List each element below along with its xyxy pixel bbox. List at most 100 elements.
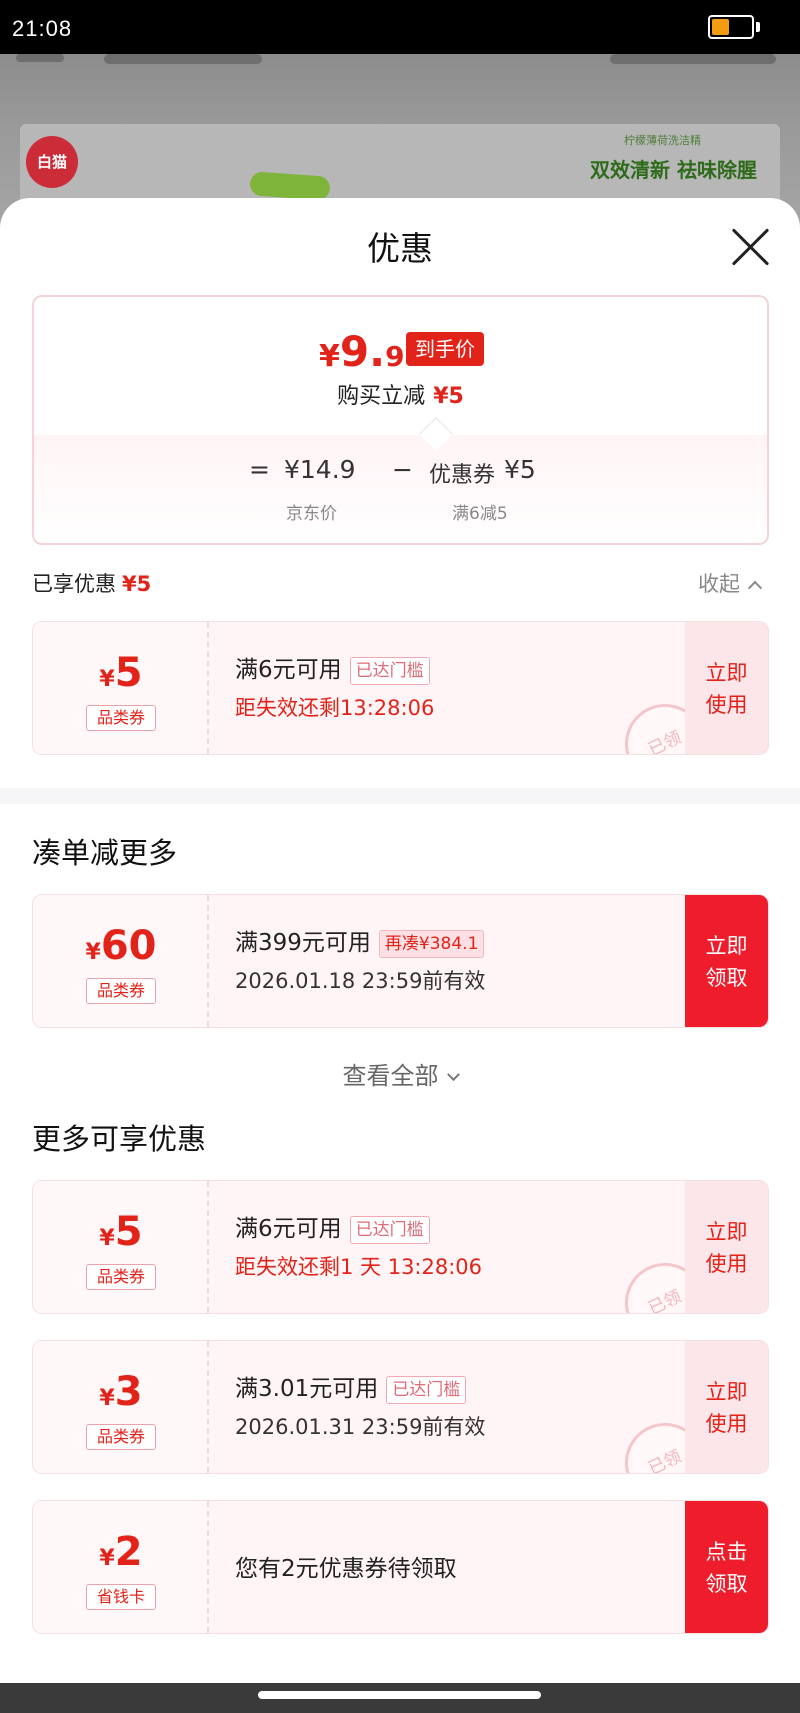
amount-number: 5 bbox=[114, 650, 143, 696]
jd-price-label: 京东价 bbox=[286, 504, 337, 524]
home-indicator[interactable] bbox=[258, 1691, 541, 1699]
minus-sign: − bbox=[392, 455, 413, 484]
condition-text: 满3.01元可用 bbox=[235, 1376, 379, 1402]
price-breakdown-area bbox=[34, 435, 767, 543]
battery-level bbox=[712, 19, 729, 35]
coupon-condition: 满399元可用 再凑¥384.1 bbox=[235, 923, 485, 958]
action-line-2: 使用 bbox=[705, 1412, 748, 1436]
action-line-1: 立即 bbox=[705, 934, 748, 958]
amount-number: 60 bbox=[100, 923, 157, 969]
action-line-2: 领取 bbox=[705, 1572, 748, 1596]
chevron-up-icon bbox=[747, 580, 763, 595]
coupon-amount: ¥60 bbox=[33, 923, 209, 969]
threshold-badge: 已达门槛 bbox=[386, 1375, 467, 1404]
jd-price: ¥14.9 bbox=[284, 455, 356, 484]
sheet-title: 优惠 bbox=[367, 229, 433, 268]
battery-icon bbox=[708, 15, 754, 39]
amount-number: 5 bbox=[114, 1209, 143, 1255]
more-coupon-card: ¥5 品类券 满6元可用 已达门槛 距失效还剩1 天 13:28:06 已领 立即… bbox=[32, 1180, 769, 1314]
condition-text: 满6元可用 bbox=[235, 1216, 342, 1242]
coupon-kind: 品类券 bbox=[86, 1264, 156, 1290]
coupon-label: 优惠券 bbox=[429, 463, 496, 488]
use-now-button[interactable]: 立即 使用 bbox=[685, 622, 768, 754]
more-coupon-card: ¥3 品类券 满3.01元可用 已达门槛 2026.01.31 23:59前有效 … bbox=[32, 1340, 769, 1474]
condition-text: 满6元可用 bbox=[235, 657, 342, 683]
amount-number: 3 bbox=[114, 1369, 143, 1415]
bg-back-button bbox=[16, 54, 64, 62]
coupon-kind: 品类券 bbox=[86, 1424, 156, 1450]
bg-brand-logo: 白猫 bbox=[26, 136, 78, 188]
action-line-2: 使用 bbox=[705, 1252, 748, 1276]
coupon-condition: 满3.01元可用 已达门槛 bbox=[235, 1369, 467, 1404]
amount-number: 2 bbox=[114, 1529, 143, 1575]
currency-symbol: ¥ bbox=[99, 1546, 115, 1571]
enjoyed-coupon-card: ¥5 品类券 满6元可用 已达门槛 距失效还剩13:28:06 已领 立即 使用 bbox=[32, 621, 769, 755]
currency-symbol: ¥ bbox=[99, 667, 115, 692]
status-bar: 21:08 bbox=[0, 0, 800, 54]
action-line-1: 点击 bbox=[705, 1540, 748, 1564]
bg-action-group bbox=[610, 54, 776, 64]
coupon-expiry: 距失效还剩13:28:06 bbox=[235, 696, 435, 720]
enjoyed-discount-label: 已享优惠 ¥5 bbox=[32, 568, 151, 598]
claim-now-button[interactable]: 立即 领取 bbox=[685, 895, 768, 1027]
coupon-amount: ¥3 bbox=[33, 1369, 209, 1415]
enjoyed-label-text: 已享优惠 bbox=[32, 572, 116, 596]
instant-reduction: 购买立减 ¥5 bbox=[34, 378, 767, 410]
currency-symbol: ¥ bbox=[99, 1386, 115, 1411]
threshold-badge: 已达门槛 bbox=[349, 656, 430, 685]
status-time: 21:08 bbox=[12, 16, 73, 41]
use-now-button[interactable]: 立即 使用 bbox=[685, 1341, 768, 1473]
battery-tip bbox=[756, 22, 760, 32]
more-section-title: 更多可享优惠 bbox=[32, 1122, 207, 1156]
coupon-condition: 满6元可用 已达门槛 bbox=[235, 1209, 430, 1244]
price-decimal: 9 bbox=[385, 340, 405, 373]
bg-tab-switcher bbox=[104, 54, 262, 64]
final-price-tag: 到手价 bbox=[406, 332, 484, 366]
view-all-label: 查看全部 bbox=[342, 1062, 439, 1090]
coupon-validity: 2026.01.18 23:59前有效 bbox=[235, 969, 486, 993]
currency-symbol: ¥ bbox=[85, 940, 101, 965]
equals-sign: = bbox=[249, 455, 270, 484]
close-icon[interactable] bbox=[730, 226, 772, 268]
action-line-1: 立即 bbox=[705, 661, 748, 685]
combine-coupon-card: ¥60 品类券 满399元可用 再凑¥384.1 2026.01.18 23:59… bbox=[32, 894, 769, 1028]
discount-sheet: 优惠 ¥9.9 到手价 购买立减 ¥5 = ¥14.9 − 优惠券 ¥5 京东价 … bbox=[0, 198, 800, 1683]
enjoyed-value: ¥5 bbox=[122, 572, 152, 596]
currency-symbol: ¥ bbox=[319, 339, 340, 374]
coupon-condition: 满6元可用 已达门槛 bbox=[235, 650, 430, 685]
chevron-down-icon bbox=[446, 1067, 460, 1081]
coupon-rule: 满6减5 bbox=[452, 504, 508, 524]
collapse-button[interactable]: 收起 bbox=[698, 568, 763, 598]
coupon-kind: 品类券 bbox=[86, 705, 156, 731]
combine-section-title: 凑单减更多 bbox=[32, 836, 178, 870]
coupon-value: ¥5 bbox=[504, 455, 536, 484]
tap-to-claim-button[interactable]: 点击 领取 bbox=[685, 1501, 768, 1633]
collapse-label: 收起 bbox=[698, 572, 740, 596]
action-line-2: 领取 bbox=[705, 966, 748, 990]
coupon-kind: 品类券 bbox=[86, 978, 156, 1004]
coupon-kind: 省钱卡 bbox=[86, 1584, 156, 1610]
bg-slogan-small: 柠檬薄荷洗洁精 bbox=[624, 134, 701, 147]
action-line-2: 使用 bbox=[705, 693, 748, 717]
coupon-amount: ¥5 bbox=[33, 1209, 209, 1255]
reduction-label: 购买立减 bbox=[337, 384, 426, 409]
section-divider bbox=[0, 788, 800, 804]
view-all-button[interactable]: 查看全部 bbox=[0, 1056, 800, 1091]
condition-text: 满399元可用 bbox=[235, 930, 371, 956]
coupon-expiry: 距失效还剩1 天 13:28:06 bbox=[235, 1255, 483, 1279]
threshold-badge: 已达门槛 bbox=[349, 1215, 430, 1244]
remaining-amount-badge: 再凑¥384.1 bbox=[378, 929, 485, 958]
reduction-value: ¥5 bbox=[433, 384, 464, 409]
coupon-validity: 2026.01.31 23:59前有效 bbox=[235, 1415, 486, 1439]
use-now-button[interactable]: 立即 使用 bbox=[685, 1181, 768, 1313]
coupon-amount: ¥2 bbox=[33, 1529, 209, 1575]
price-summary-card: ¥9.9 到手价 购买立减 ¥5 = ¥14.9 − 优惠券 ¥5 京东价 满6减… bbox=[32, 295, 769, 545]
action-line-1: 立即 bbox=[705, 1220, 748, 1244]
action-line-1: 立即 bbox=[705, 1380, 748, 1404]
savings-card: ¥2 省钱卡 您有2元优惠券待领取 点击领取 bbox=[32, 1500, 769, 1634]
currency-symbol: ¥ bbox=[99, 1226, 115, 1251]
coupon-amount: ¥5 bbox=[33, 650, 209, 696]
price-integer: 9. bbox=[339, 327, 386, 376]
savings-message: 您有2元优惠券待领取 bbox=[235, 1556, 457, 1582]
bg-slogan: 双效清新 祛味除腥 bbox=[590, 158, 757, 182]
